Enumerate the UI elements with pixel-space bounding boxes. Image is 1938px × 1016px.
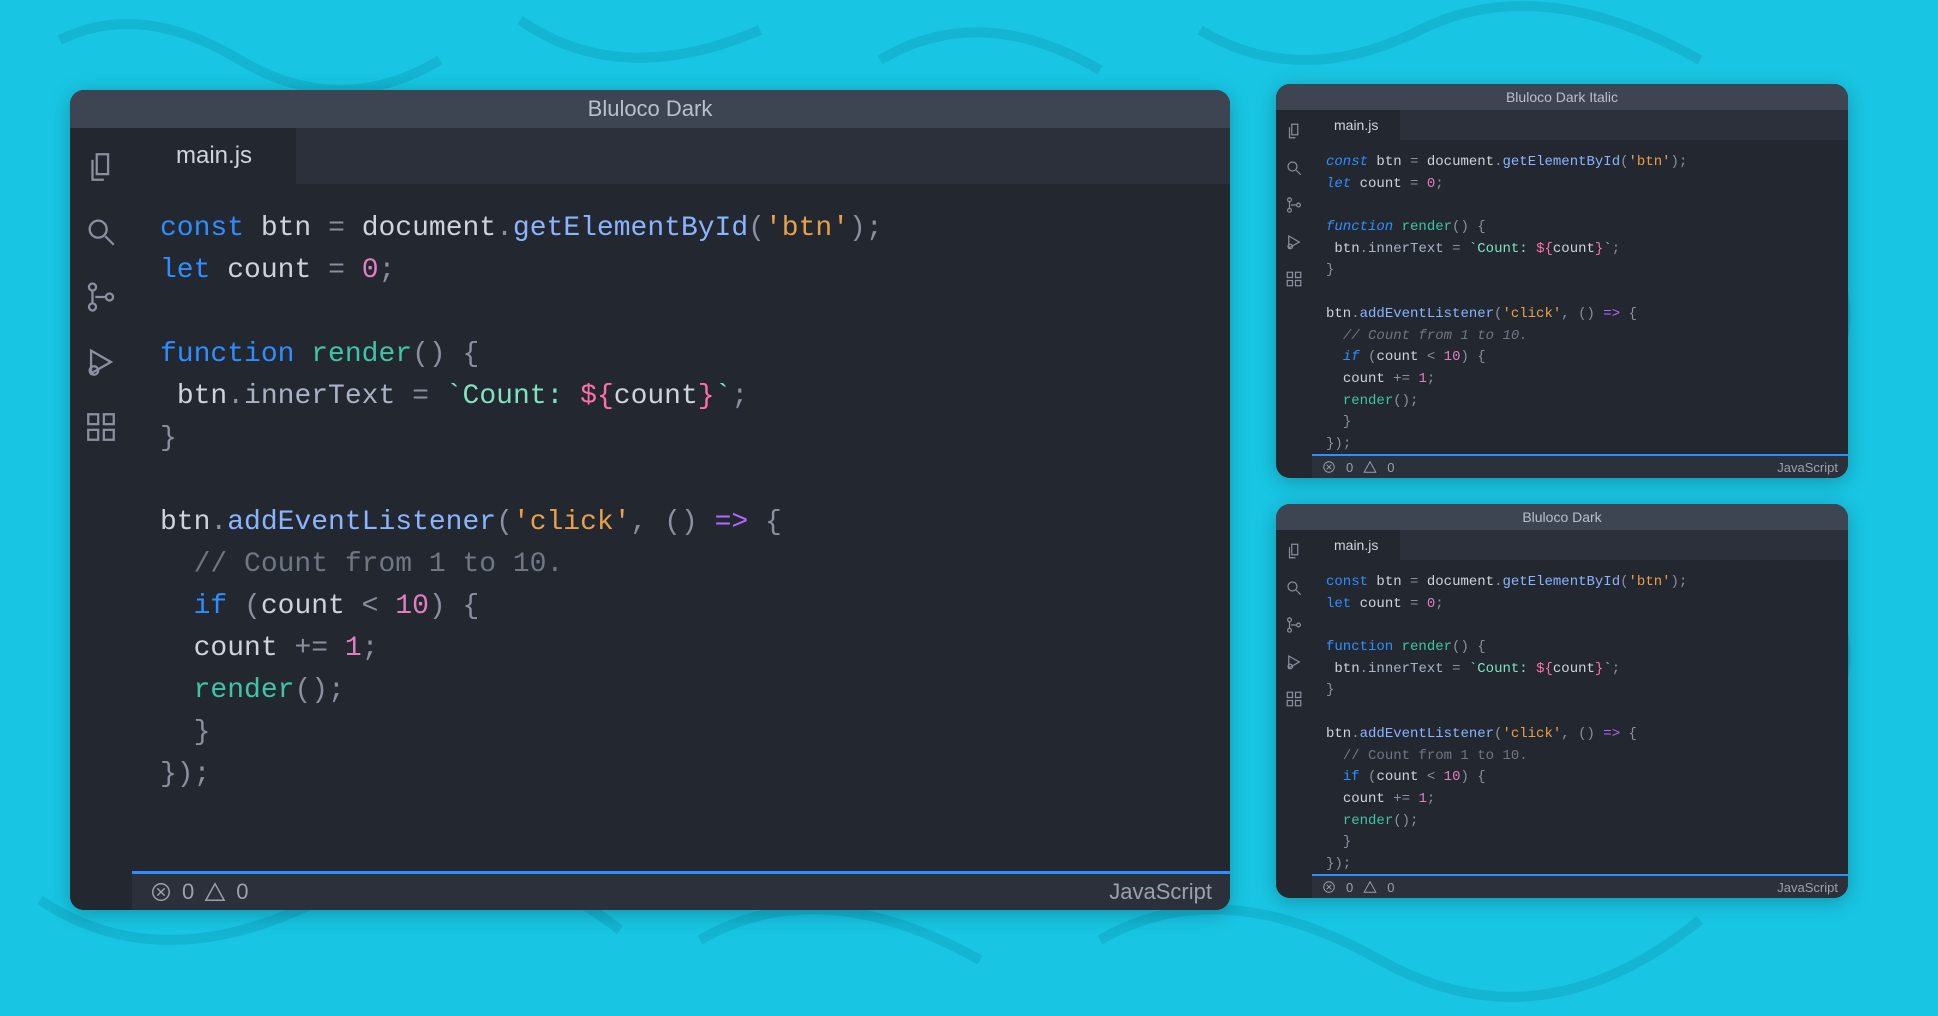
activity-bar [1276,110,1312,478]
status-bar: 0 0 JavaScript [132,874,1230,910]
extensions-icon[interactable] [84,410,118,449]
tab-bar: main.js [1312,530,1848,560]
window-title: Bluloco Dark [1522,509,1601,525]
status-problems[interactable]: 0 0 [1322,460,1394,475]
tab-bar: main.js [132,128,1230,184]
editor-main: main.js const btn = document.getElementB… [1312,110,1848,478]
window-title: Bluloco Dark Italic [1506,89,1618,105]
error-icon [1322,460,1336,474]
code-editor[interactable]: const btn = document.getElementById('btn… [1312,560,1848,874]
window-titlebar: Bluloco Dark Italic [1276,84,1848,110]
editor-window-small-italic: Bluloco Dark Italic main.js const btn = … [1276,84,1848,478]
run-debug-icon[interactable] [84,345,118,384]
language-mode[interactable]: JavaScript [1777,460,1838,475]
warning-count: 0 [236,879,248,905]
warning-icon [1363,880,1377,894]
editor-body: main.js const btn = document.getElementB… [70,128,1230,910]
run-debug-icon[interactable] [1285,233,1303,256]
editor-window-small: Bluloco Dark main.js const btn = documen… [1276,504,1848,898]
source-control-icon[interactable] [84,280,118,319]
run-debug-icon[interactable] [1285,653,1303,676]
editor-main: main.js const btn = document.getElementB… [1312,530,1848,898]
file-tab[interactable]: main.js [132,128,296,184]
search-icon[interactable] [84,215,118,254]
tab-filename: main.js [1334,537,1378,553]
window-titlebar: Bluloco Dark [70,90,1230,128]
error-count: 0 [182,879,194,905]
tab-bar: main.js [1312,110,1848,140]
search-icon[interactable] [1285,159,1303,182]
editor-body: main.js const btn = document.getElementB… [1276,110,1848,478]
search-icon[interactable] [1285,579,1303,602]
window-titlebar: Bluloco Dark [1276,504,1848,530]
activity-bar [1276,530,1312,898]
window-title: Bluloco Dark [588,96,713,122]
error-count: 0 [1346,880,1353,895]
warning-count: 0 [1387,880,1394,895]
tab-filename: main.js [1334,117,1378,133]
extensions-icon[interactable] [1285,270,1303,293]
code-editor[interactable]: const btn = document.getElementById('btn… [132,184,1230,871]
editor-body: main.js const btn = document.getElementB… [1276,530,1848,898]
file-tab[interactable]: main.js [1312,530,1400,560]
warning-count: 0 [1387,460,1394,475]
source-control-icon[interactable] [1285,196,1303,219]
extensions-icon[interactable] [1285,690,1303,713]
error-icon [150,881,172,903]
files-icon[interactable] [1285,122,1303,145]
error-icon [1322,880,1336,894]
language-mode[interactable]: JavaScript [1109,879,1212,905]
file-tab[interactable]: main.js [1312,110,1400,140]
editor-window-large: Bluloco Dark main.js const btn = documen… [70,90,1230,910]
code-editor[interactable]: const btn = document.getElementById('btn… [1312,140,1848,454]
status-problems[interactable]: 0 0 [1322,880,1394,895]
warning-icon [1363,460,1377,474]
files-icon[interactable] [1285,542,1303,565]
language-mode[interactable]: JavaScript [1777,880,1838,895]
status-problems[interactable]: 0 0 [150,879,249,905]
editor-main: main.js const btn = document.getElementB… [132,128,1230,910]
error-count: 0 [1346,460,1353,475]
files-icon[interactable] [84,150,118,189]
status-bar: 0 0 JavaScript [1312,456,1848,478]
source-control-icon[interactable] [1285,616,1303,639]
activity-bar [70,128,132,910]
tab-filename: main.js [176,142,252,170]
status-bar: 0 0 JavaScript [1312,876,1848,898]
warning-icon [204,881,226,903]
